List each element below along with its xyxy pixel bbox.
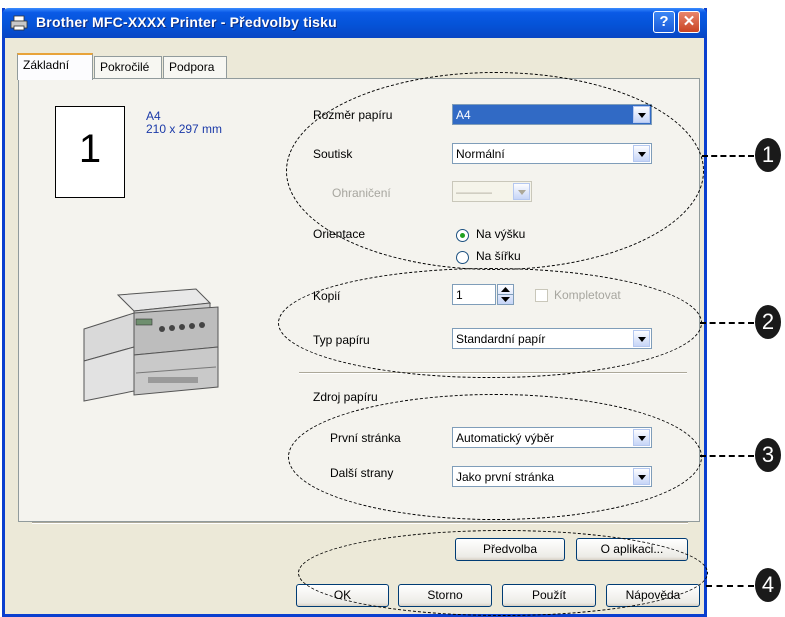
close-title-button[interactable]: ✕ <box>678 11 700 33</box>
callout-leader-2 <box>700 322 754 324</box>
tab-basic[interactable]: Základní <box>17 53 93 80</box>
callout-ellipse-4 <box>298 530 708 616</box>
callout-number-3: 3 <box>755 438 781 472</box>
callout-number-4: 4 <box>755 568 781 602</box>
paper-size-dims: 210 x 297 mm <box>146 122 223 136</box>
tab-advanced[interactable]: Pokročilé <box>94 56 162 78</box>
callout-ellipse-3 <box>288 394 702 520</box>
page-preview-number: 1 <box>78 127 102 171</box>
callout-number-2: 2 <box>755 305 781 339</box>
help-title-button[interactable]: ? <box>653 11 675 33</box>
printer-icon <box>10 15 28 31</box>
callout-number-1: 1 <box>755 138 781 172</box>
callout-leader-1 <box>702 155 754 157</box>
printer-illustration <box>83 288 219 402</box>
callout-leader-4 <box>706 585 754 587</box>
window-title: Brother MFC-XXXX Printer - Předvolby tis… <box>36 14 337 30</box>
callout-leader-3 <box>700 455 754 457</box>
callout-ellipse-2 <box>278 268 702 378</box>
tab-support[interactable]: Podpora <box>163 56 227 78</box>
callout-ellipse-1 <box>286 72 704 270</box>
title-bar[interactable]: Brother MFC-XXXX Printer - Předvolby tis… <box>2 8 707 38</box>
divider <box>32 522 688 524</box>
paper-source-label: Zdroj papíru <box>313 390 378 404</box>
paper-size-info: A4 210 x 297 mm <box>146 110 222 136</box>
